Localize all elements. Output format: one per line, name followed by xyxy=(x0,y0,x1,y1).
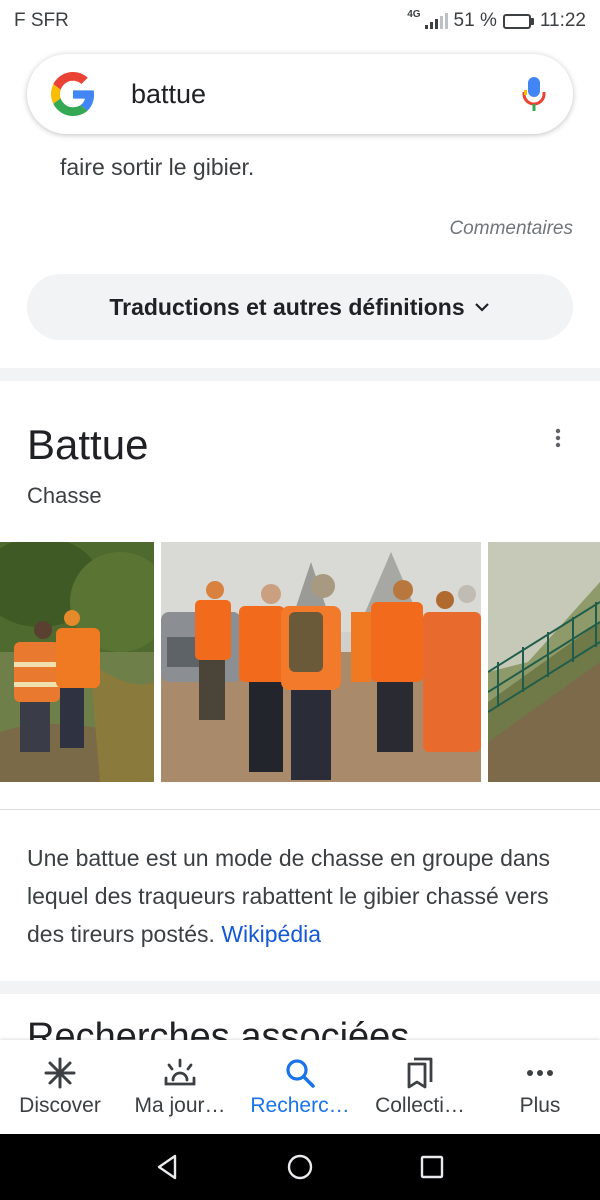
nav-ma-journee-label: Ma jour… xyxy=(134,1094,226,1117)
asterisk-icon xyxy=(44,1057,76,1089)
nav-discover-label: Discover xyxy=(19,1094,101,1117)
signal-icon xyxy=(424,13,448,29)
sunrise-icon xyxy=(164,1058,196,1086)
knowledge-panel: Battue Chasse Une battue est un mode de … xyxy=(0,381,600,981)
microphone-icon[interactable] xyxy=(519,75,549,113)
more-horiz-icon xyxy=(527,1070,553,1076)
network-type: 4G xyxy=(407,9,421,20)
search-icon xyxy=(286,1059,315,1088)
nav-plus-label: Plus xyxy=(519,1094,561,1117)
nav-plus[interactable]: Plus xyxy=(480,1040,600,1134)
recents-icon[interactable] xyxy=(417,1152,447,1182)
more-vert-icon[interactable] xyxy=(546,426,570,450)
battery-icon xyxy=(502,13,534,29)
definition-card: faire sortir le gibier. Commentaires Tra… xyxy=(0,146,600,368)
status-indicators: 4G 51 % 11:22 xyxy=(407,10,586,32)
nav-collections[interactable]: Collecti… xyxy=(360,1040,480,1134)
nav-recherche[interactable]: Recherc… xyxy=(240,1040,360,1134)
definition-text: faire sortir le gibier. xyxy=(60,154,255,180)
panel-title: Battue xyxy=(27,421,149,468)
clock: 11:22 xyxy=(539,10,586,31)
search-bar[interactable]: battue xyxy=(27,54,573,134)
wikipedia-link[interactable]: Wikipédia xyxy=(221,921,321,947)
hunters-walking-image[interactable] xyxy=(0,542,154,782)
more-definitions-label: Traductions et autres définitions xyxy=(109,293,465,320)
panel-description: Une battue est un mode de chasse en grou… xyxy=(27,839,577,953)
image-carousel[interactable] xyxy=(0,542,600,782)
battery-percent: 51 % xyxy=(453,10,497,31)
google-g-icon[interactable] xyxy=(51,72,95,116)
home-icon[interactable] xyxy=(285,1152,315,1182)
fence-field-image[interactable] xyxy=(488,542,600,782)
search-header: battue xyxy=(0,42,600,146)
divider xyxy=(0,809,600,810)
hunters-group-image[interactable] xyxy=(161,542,481,782)
comments-link[interactable]: Commentaires xyxy=(449,218,573,240)
carrier-label: F SFR xyxy=(14,10,69,31)
panel-subtitle: Chasse xyxy=(27,483,102,508)
nav-ma-journee[interactable]: Ma jour… xyxy=(120,1040,240,1134)
search-query[interactable]: battue xyxy=(131,79,519,110)
bookmarks-icon xyxy=(407,1057,433,1089)
nav-collections-label: Collecti… xyxy=(375,1094,465,1117)
nav-discover[interactable]: Discover xyxy=(0,1040,120,1134)
more-definitions-button[interactable]: Traductions et autres définitions xyxy=(27,274,573,340)
status-bar: F SFR 4G 51 % 11:22 xyxy=(0,0,600,42)
system-navigation xyxy=(0,1134,600,1200)
back-icon[interactable] xyxy=(153,1152,183,1182)
chevron-down-icon xyxy=(474,303,489,312)
nav-recherche-label: Recherc… xyxy=(250,1094,350,1117)
bottom-navigation: Discover Ma jour… Recherc… Collecti… Plu… xyxy=(0,1040,600,1134)
